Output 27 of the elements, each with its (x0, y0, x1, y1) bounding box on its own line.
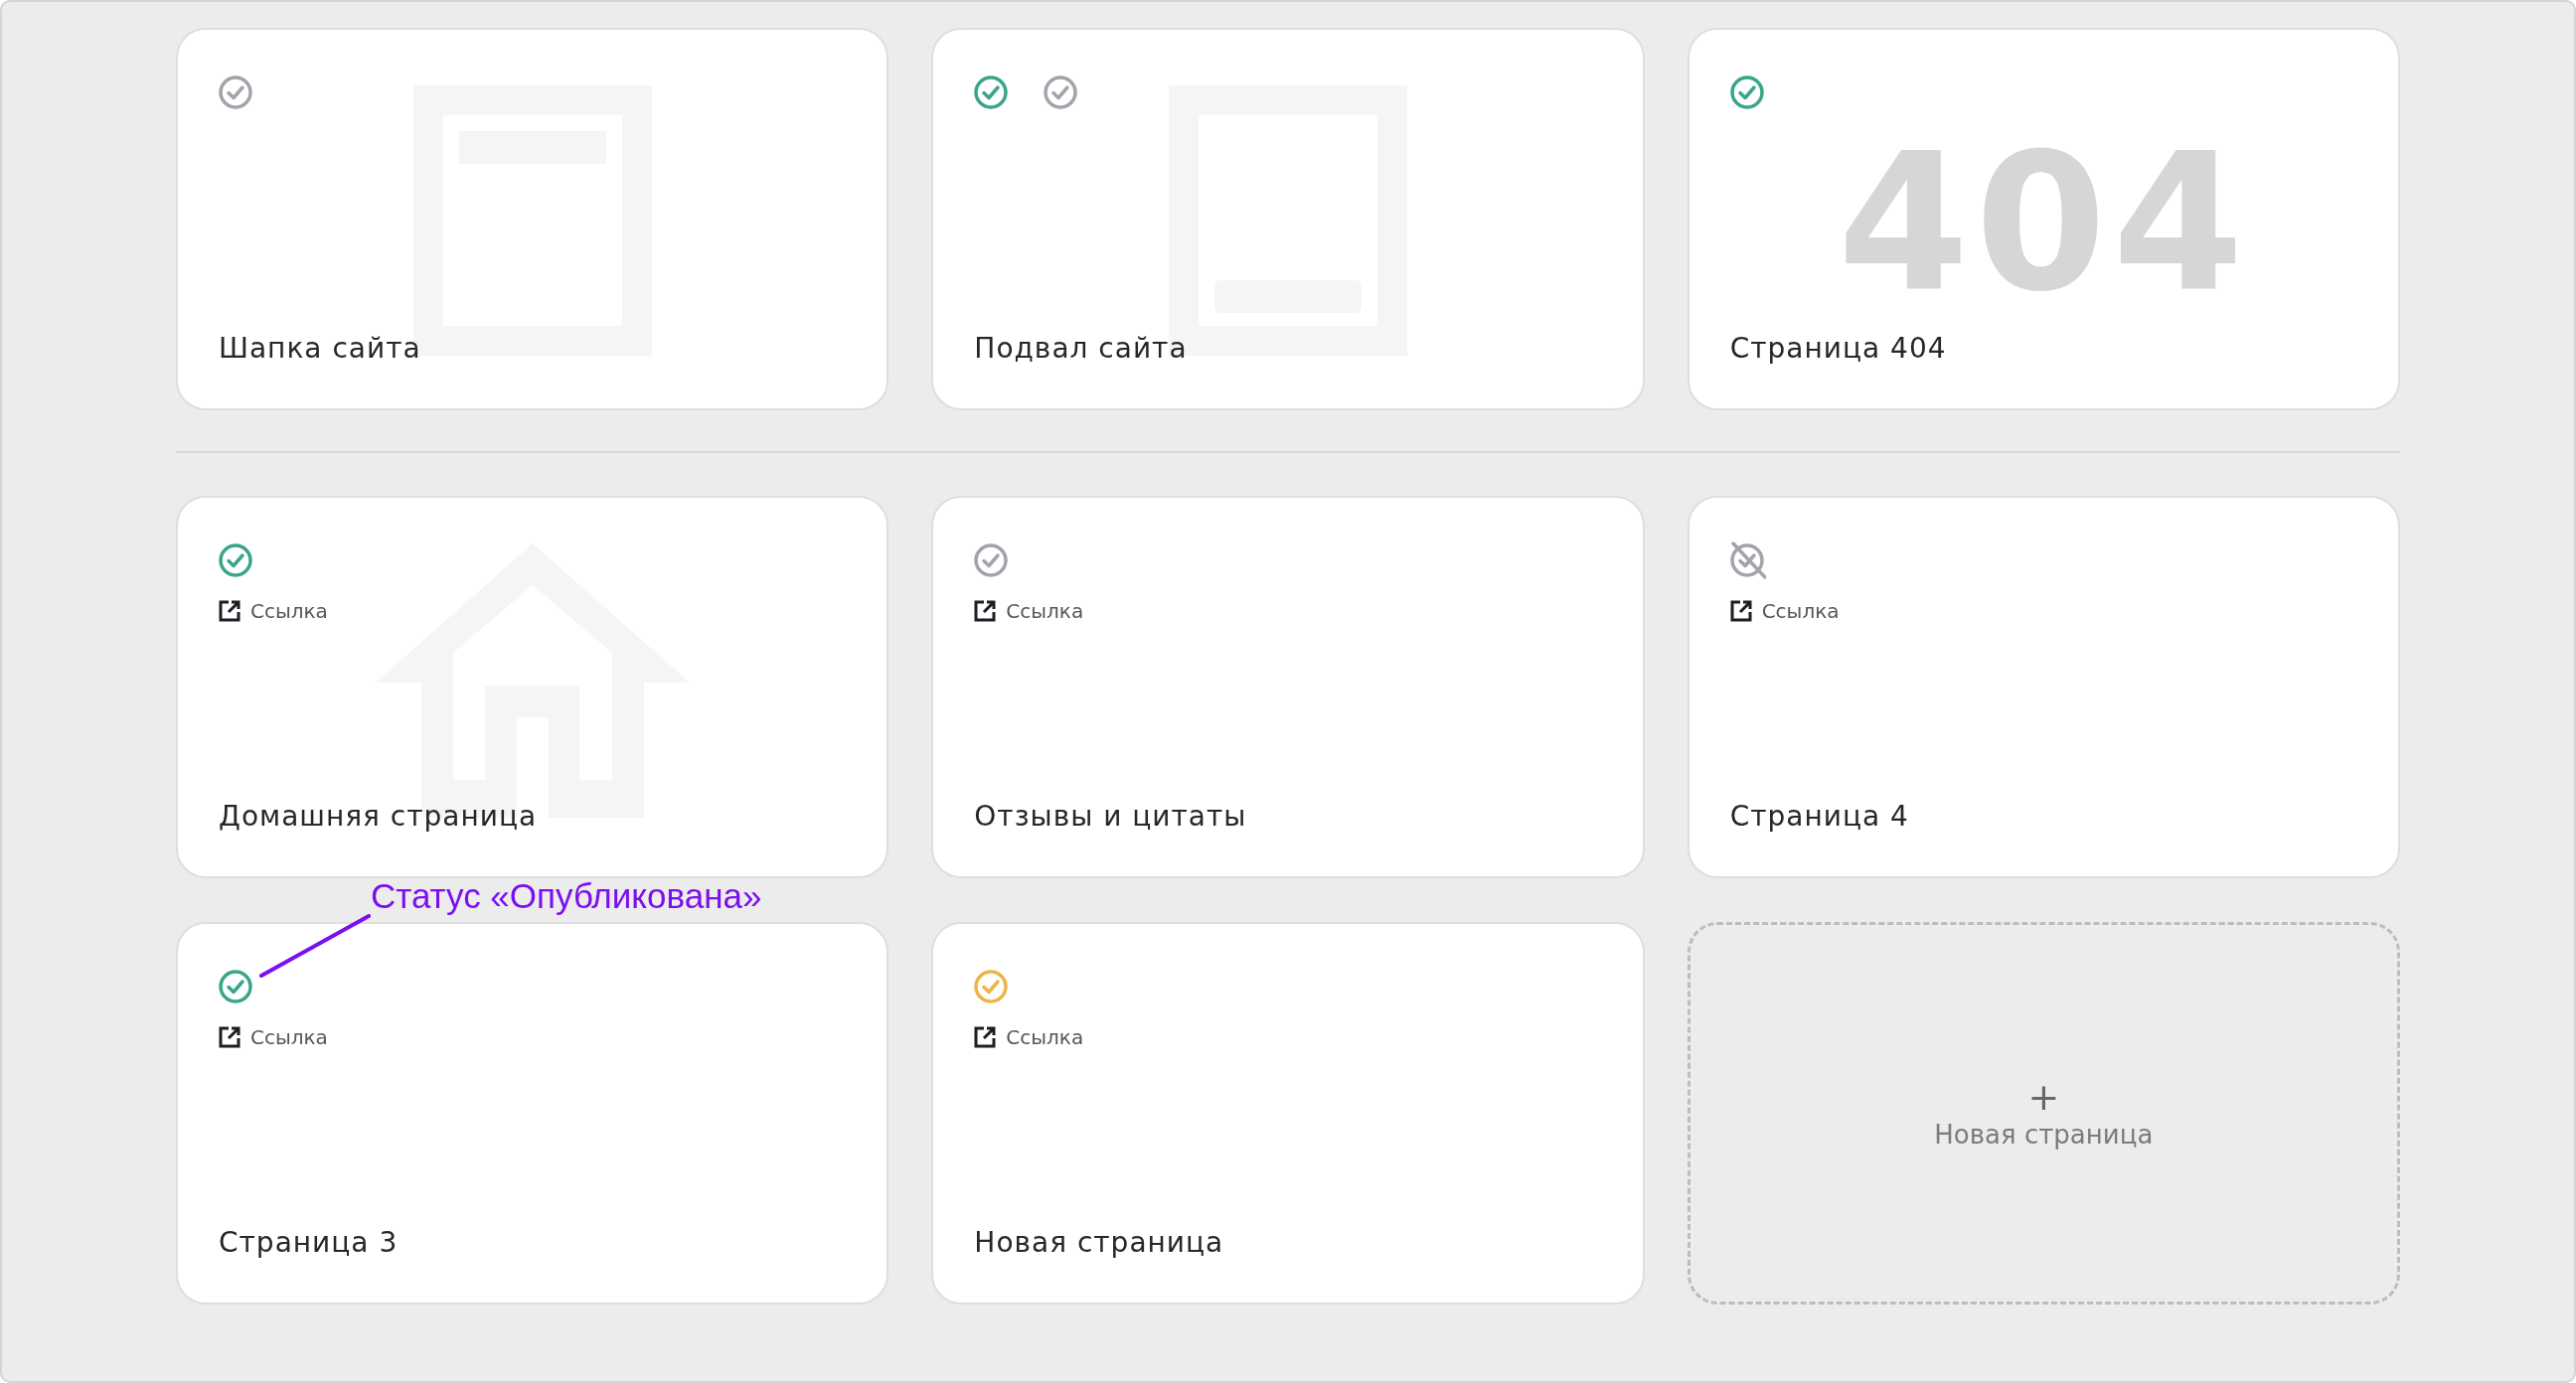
page-title: Шапка сайта (219, 332, 422, 365)
external-link-icon (974, 1026, 997, 1048)
page-title: Страница 4 (1729, 800, 1910, 833)
external-link[interactable]: Ссылка (974, 599, 1084, 623)
page-card[interactable]: Ссылка Домашняя страница (176, 496, 889, 878)
page-title: Подвал сайта (974, 332, 1189, 365)
external-link-icon (974, 600, 997, 622)
page-title: Страница 404 (1729, 332, 1948, 365)
page-title: Отзывы и цитаты (974, 800, 1248, 833)
page-card[interactable]: Подвал сайта (931, 28, 1645, 410)
page-title: Новая страница (974, 1226, 1225, 1259)
page-card[interactable]: Шапка сайта (176, 28, 889, 410)
page-title: Домашняя страница (219, 800, 539, 833)
external-link[interactable]: Ссылка (1729, 599, 1840, 623)
annotation-label: Статус «Опубликована» (371, 876, 762, 916)
external-link[interactable]: Ссылка (219, 599, 328, 623)
new-page-button[interactable]: + Новая страница (1687, 922, 2400, 1305)
external-link-icon (219, 1026, 241, 1048)
page-card[interactable]: Ссылка Страница 4 (1687, 496, 2400, 878)
external-link-icon (219, 600, 241, 622)
external-link[interactable]: Ссылка (974, 1025, 1084, 1049)
external-link-icon (1729, 600, 1752, 622)
page-card[interactable]: Ссылка Отзывы и цитаты (931, 496, 1645, 878)
page-title: Страница 3 (219, 1226, 400, 1259)
page-card[interactable]: Ссылка Новая страница (931, 922, 1645, 1305)
external-link[interactable]: Ссылка (219, 1025, 328, 1049)
page-card[interactable]: Ссылка Страница 3 (176, 922, 889, 1305)
